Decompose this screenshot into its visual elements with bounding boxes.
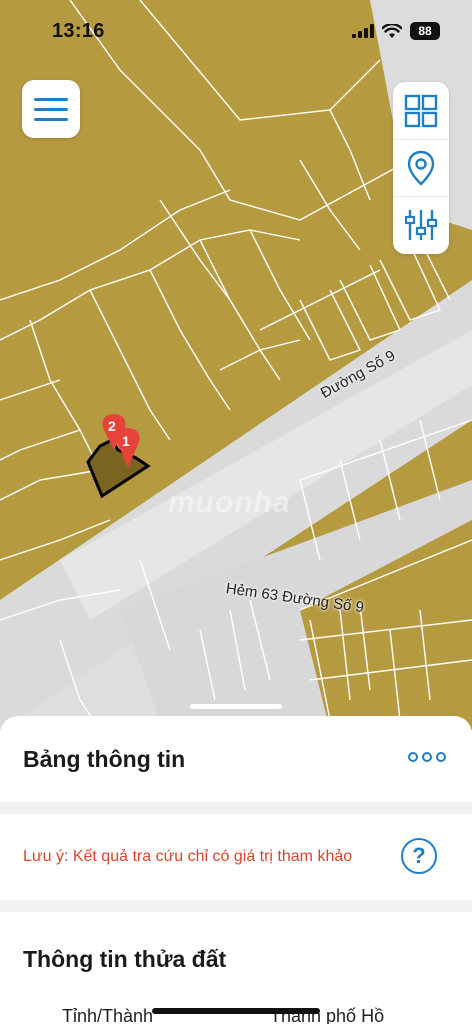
map-tools	[393, 82, 449, 254]
location-button[interactable]	[393, 139, 449, 196]
cellular-signal-icon	[352, 24, 374, 38]
layers-button[interactable]	[393, 82, 449, 139]
wifi-icon	[382, 23, 402, 38]
home-indicator[interactable]	[152, 1008, 320, 1014]
more-options-button[interactable]	[408, 752, 446, 762]
help-button[interactable]: ?	[401, 838, 437, 874]
hamburger-menu-icon	[34, 97, 68, 101]
status-time: 13:16	[52, 20, 105, 42]
location-pin-icon	[407, 150, 435, 186]
sheet-header: Bảng thông tin	[0, 716, 472, 802]
province-label: Tỉnh/Thành	[62, 1006, 154, 1024]
info-sheet: Bảng thông tin Lưu ý: Kết quả tra cứu ch…	[0, 716, 472, 1024]
hamburger-menu-button[interactable]	[22, 80, 80, 138]
watermark-logo: muonha	[168, 486, 291, 519]
sheet-grab-handle[interactable]	[190, 704, 282, 709]
sheet-title: Bảng thông tin	[23, 746, 186, 772]
battery-level: 88	[410, 22, 440, 40]
marker-label-2: 2	[108, 418, 116, 434]
grid-layers-icon	[404, 94, 438, 127]
status-icons: 88	[352, 22, 440, 40]
filter-button[interactable]	[393, 196, 449, 253]
parcel-info-title: Thông tin thửa đất	[23, 946, 227, 972]
status-bar: 13:16 88	[0, 0, 472, 62]
disclaimer-card: Lưu ý: Kết quả tra cứu chỉ có giá trị th…	[0, 814, 472, 900]
more-dots-icon	[408, 752, 418, 762]
disclaimer-text: Lưu ý: Kết quả tra cứu chỉ có giá trị th…	[23, 848, 353, 865]
marker-label-1: 1	[122, 433, 130, 449]
question-icon: ?	[412, 843, 426, 868]
sliders-filter-icon	[404, 210, 438, 240]
selected-parcel[interactable]	[86, 438, 151, 499]
